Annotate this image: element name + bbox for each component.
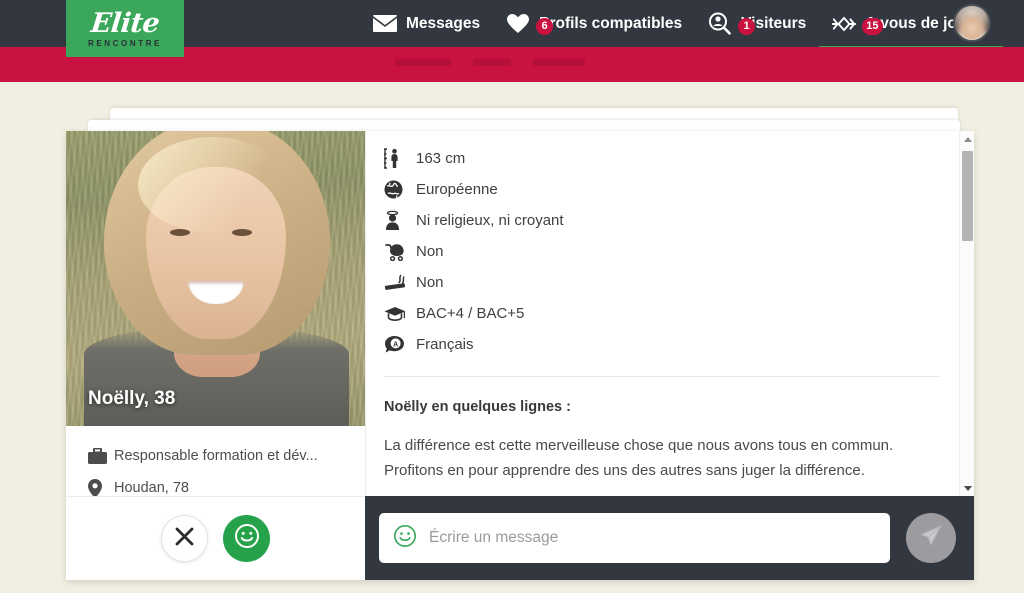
target-arrow-icon: 15	[832, 13, 883, 35]
nav-label: Messages	[406, 14, 481, 32]
reject-button[interactable]	[161, 515, 208, 562]
bio-text: La différence est cette merveilleuse cho…	[384, 437, 894, 479]
message-placeholder: Écrire un message	[429, 529, 559, 546]
attribute-row: Non	[384, 236, 944, 267]
globe-icon	[384, 180, 416, 199]
badge-count: 15	[862, 17, 883, 35]
attribute-value: Européenne	[416, 181, 498, 198]
profile-photo[interactable]: Noëlly, 38	[66, 131, 365, 426]
height-ruler-icon	[384, 148, 416, 169]
details-scrollbar[interactable]	[959, 131, 974, 496]
attribute-value: 163 cm	[416, 150, 466, 167]
send-button[interactable]	[906, 513, 956, 563]
attribute-value: Ni religieux, ni croyant	[416, 212, 564, 229]
attribute-row: A Français	[384, 329, 944, 360]
nav-items: Messages 6 Profils compatibles 1 Visiteu…	[360, 0, 1004, 51]
avatar-image	[955, 6, 989, 40]
page-root: Messages 6 Profils compatibles 1 Visiteu…	[0, 0, 1024, 593]
profile-card: Noëlly, 38 Responsable formation et dév.…	[66, 131, 974, 580]
paper-plane-icon	[918, 523, 944, 554]
nav-item-profils-compatibles[interactable]: 6 Profils compatibles	[493, 0, 695, 47]
stroller-icon	[384, 242, 416, 261]
visitor-search-icon: 1	[708, 12, 756, 35]
site-logo[interactable]: Elite RENCONTRE	[66, 0, 184, 57]
smiley-icon[interactable]	[393, 524, 417, 553]
briefcase-icon	[88, 447, 114, 465]
profile-meta-list: Responsable formation et dév... Houdan, …	[66, 426, 365, 504]
message-input[interactable]: Écrire un message	[379, 513, 890, 563]
like-button[interactable]	[223, 515, 270, 562]
smiley-icon	[234, 523, 260, 554]
close-x-icon	[174, 526, 195, 552]
attribute-row: Ni religieux, ni croyant	[384, 205, 944, 236]
badge-count: 6	[536, 17, 554, 35]
photo-eye-left	[170, 229, 190, 236]
chevron-up-icon[interactable]	[960, 131, 975, 147]
attribute-row: Européenne	[384, 174, 944, 205]
nav-label: Profils compatibles	[539, 14, 683, 32]
attribute-value: Non	[416, 243, 444, 260]
redbar-faint-text	[395, 59, 585, 66]
decision-buttons	[66, 496, 365, 580]
photo-eye-right	[232, 229, 252, 236]
section-divider	[384, 376, 939, 377]
avatar[interactable]	[953, 4, 991, 42]
attribute-row: BAC+4 / BAC+5	[384, 298, 944, 329]
nav-item-messages[interactable]: Messages	[360, 0, 493, 47]
cigarette-icon	[384, 273, 416, 292]
envelope-icon	[373, 13, 397, 35]
profile-attributes: 163 cm Européenne Ni religieux, ni croya…	[384, 143, 944, 360]
attribute-value: Français	[416, 336, 474, 353]
chevron-down-icon[interactable]	[960, 480, 975, 496]
profile-location-text: Houdan, 78	[114, 480, 189, 496]
logo-wordmark: Elite	[89, 7, 161, 39]
graduation-cap-icon	[384, 305, 416, 322]
heart-icon: 6	[506, 13, 554, 35]
photo-hair-highlight	[138, 137, 288, 233]
speech-bubble-language-icon: A	[384, 335, 416, 354]
scrollbar-thumb[interactable]	[962, 151, 973, 241]
attribute-value: Non	[416, 274, 444, 291]
bio-title: Noëlly en quelques lignes :	[384, 399, 571, 415]
bottom-action-bar: Écrire un message	[66, 496, 974, 580]
attribute-row: 163 cm	[384, 143, 944, 174]
profile-job-text: Responsable formation et dév...	[114, 448, 318, 464]
religion-person-icon	[384, 210, 416, 231]
profile-name-age: Noëlly, 38	[88, 388, 176, 409]
message-composer: Écrire un message	[365, 496, 974, 580]
profile-job-row: Responsable formation et dév...	[88, 440, 365, 472]
map-pin-icon	[88, 478, 114, 498]
badge-count: 1	[738, 17, 756, 35]
logo-subtitle: RENCONTRE	[87, 38, 163, 48]
attribute-row: Non	[384, 267, 944, 298]
svg-text:A: A	[393, 342, 398, 349]
attribute-value: BAC+4 / BAC+5	[416, 305, 525, 322]
nav-item-visiteurs[interactable]: 1 Visiteurs	[695, 0, 819, 47]
